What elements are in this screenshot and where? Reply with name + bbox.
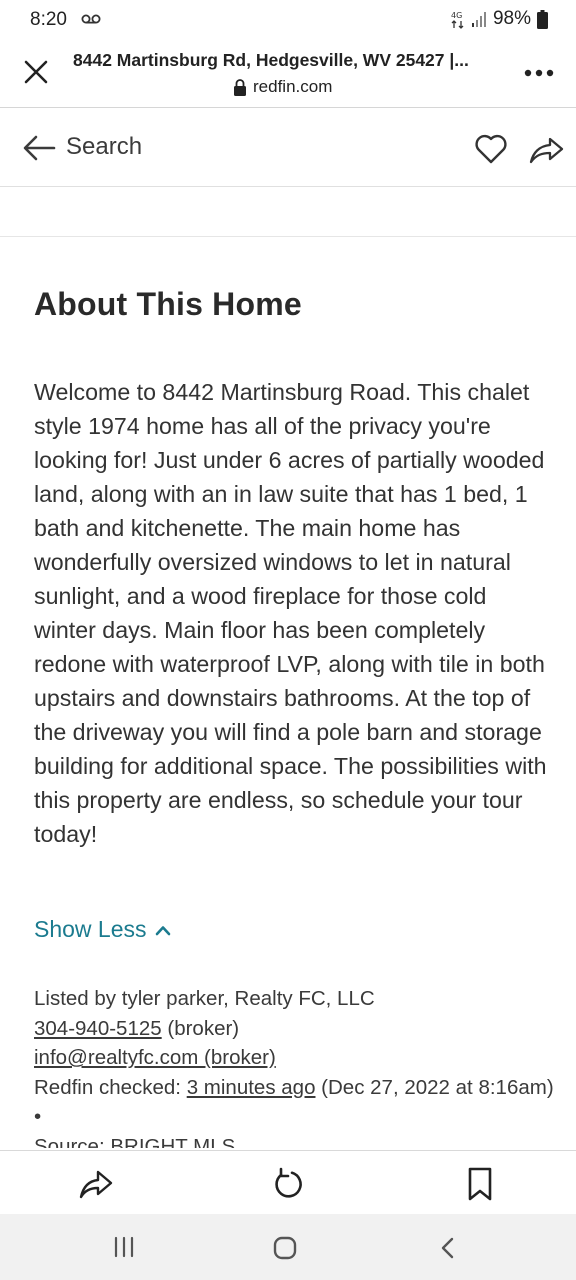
checked-time-link[interactable]: 3 minutes ago xyxy=(187,1076,316,1099)
listed-by: Listed by tyler parker, Realty FC, LLC xyxy=(34,987,375,1010)
recent-apps-icon[interactable] xyxy=(112,1236,136,1258)
phone-link[interactable]: 304-940-5125 xyxy=(34,1017,162,1040)
show-less-label: Show Less xyxy=(34,916,147,942)
chevron-up-icon xyxy=(155,925,170,935)
status-time: 8:20 xyxy=(30,9,67,30)
listing-info: Listed by tyler parker, Realty FC, LLC 3… xyxy=(34,984,554,1148)
url-domain: redfin.com xyxy=(253,77,333,96)
checked-prefix: Redfin checked: xyxy=(34,1075,187,1099)
back-arrow-icon[interactable] xyxy=(22,134,56,162)
bottom-toolbar xyxy=(0,1150,576,1214)
page-title: 8442 Martinsburg Rd, Hedgesville, WV 254… xyxy=(73,50,469,70)
status-bar: 8:20 4G 98% xyxy=(0,0,576,40)
section-heading: About This Home xyxy=(34,286,302,322)
close-icon[interactable] xyxy=(22,58,50,86)
divider xyxy=(0,236,576,237)
phone-suffix: (broker) xyxy=(161,1016,240,1040)
source-line: Source: BRIGHT MLS xyxy=(34,1134,236,1148)
home-icon[interactable] xyxy=(273,1236,297,1260)
back-to-search-link[interactable]: Search xyxy=(66,133,142,161)
refresh-icon[interactable] xyxy=(270,1166,306,1202)
heart-icon[interactable] xyxy=(474,133,508,165)
nav-back-icon[interactable] xyxy=(440,1236,456,1260)
page-nav: Search xyxy=(0,109,576,187)
email-link[interactable]: info@realtyfc.com (broker) xyxy=(34,1046,276,1069)
lock-icon xyxy=(234,78,246,96)
email-row: info@realtyfc.com (broker) xyxy=(34,1043,554,1073)
system-nav-bar xyxy=(0,1214,576,1280)
url-bar[interactable]: redfin.com xyxy=(233,77,332,97)
mobile-data-icon: 4G xyxy=(451,11,464,29)
battery-icon xyxy=(537,9,548,29)
home-description: Welcome to 8442 Martinsburg Road. This c… xyxy=(34,379,547,847)
browser-header: 8442 Martinsburg Rd, Hedgesville, WV 254… xyxy=(0,40,576,108)
battery-percentage: 98% xyxy=(492,8,531,29)
checked-row: Redfin checked: 3 minutes ago (Dec 27, 2… xyxy=(34,1073,554,1132)
phone-row: 304-940-5125 (broker) xyxy=(34,1014,554,1044)
bookmark-icon[interactable] xyxy=(466,1166,494,1202)
svg-text:4G: 4G xyxy=(451,11,462,20)
toolbar-share-icon[interactable] xyxy=(78,1169,114,1199)
show-less-button[interactable]: Show Less xyxy=(34,916,171,943)
voicemail-icon xyxy=(81,14,101,24)
signal-icon xyxy=(471,12,486,27)
share-icon[interactable] xyxy=(528,136,564,164)
more-options-icon[interactable] xyxy=(523,68,555,78)
